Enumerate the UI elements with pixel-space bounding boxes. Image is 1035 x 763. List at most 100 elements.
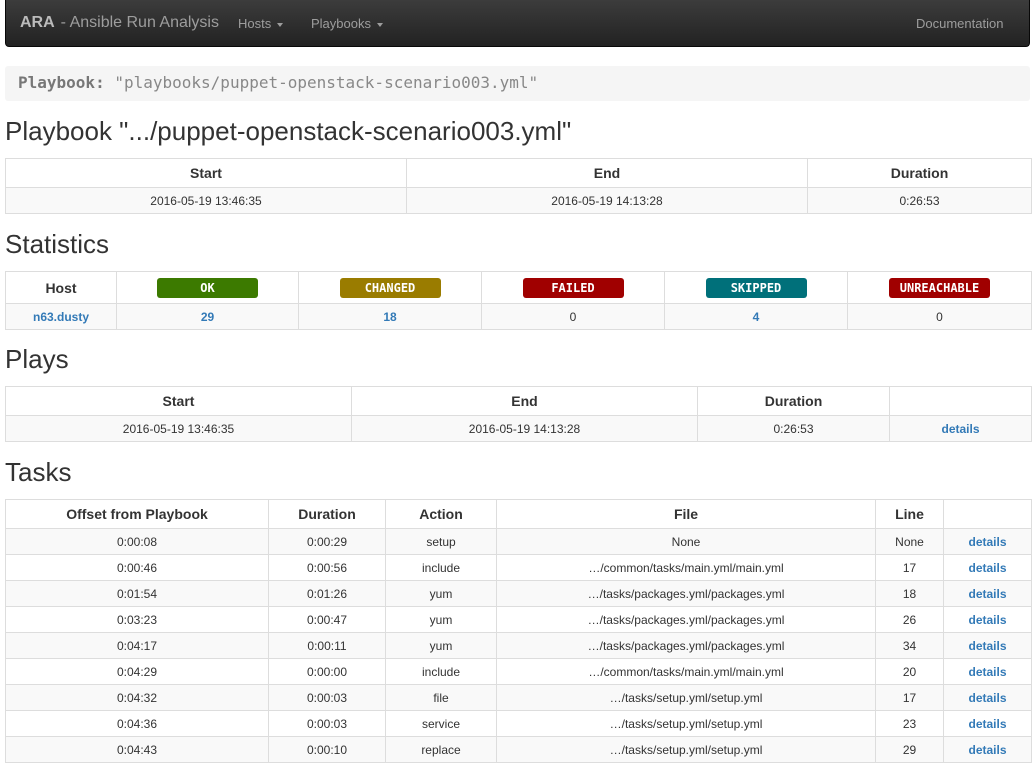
task-line: 34	[875, 632, 944, 659]
task-duration: 0:00:29	[268, 528, 386, 555]
ok-cell: 29	[116, 303, 299, 330]
column-header: Line	[875, 499, 944, 529]
task-line: 23	[875, 710, 944, 737]
task-details-cell: details	[943, 632, 1032, 659]
tasks-heading: Tasks	[5, 457, 72, 487]
task-file: …/tasks/setup.yml/setup.yml	[496, 710, 876, 737]
task-duration: 0:00:47	[268, 606, 386, 633]
brand[interactable]: ARA - Ansible Run Analysis	[20, 14, 219, 32]
task-offset: 0:03:23	[5, 606, 269, 633]
task-action: include	[385, 554, 497, 581]
table-row: 0:04:32 0:00:03 file …/tasks/setup.yml/setu…	[5, 684, 1032, 711]
breadcrumb-key: Playbook:	[18, 73, 105, 92]
task-offset: 0:01:54	[5, 580, 269, 607]
task-duration: 0:00:11	[268, 632, 386, 659]
duration: 0:26:53	[807, 187, 1032, 214]
task-line: 18	[875, 580, 944, 607]
task-details-link[interactable]: details	[968, 639, 1006, 653]
task-details-cell: details	[943, 528, 1032, 555]
task-action: replace	[385, 736, 497, 763]
skipped-count-link[interactable]: 4	[753, 310, 760, 324]
ok-count-link[interactable]: 29	[201, 310, 214, 324]
task-offset: 0:00:08	[5, 528, 269, 555]
host-link[interactable]: n63.dusty	[33, 310, 89, 324]
hosts-dropdown[interactable]: Hosts	[238, 16, 284, 31]
changed-count-link[interactable]: 18	[383, 310, 396, 324]
playbooks-dropdown[interactable]: Playbooks	[311, 16, 383, 31]
task-details-link[interactable]: details	[968, 691, 1006, 705]
table-row: 0:04:17 0:00:11 yum …/tasks/packages.yml/pa…	[5, 632, 1032, 659]
unreachable-label: UNREACHABLE	[889, 277, 990, 298]
play-details-cell: details	[889, 415, 1032, 442]
task-file: …/common/tasks/main.yml/main.yml	[496, 554, 876, 581]
task-duration: 0:00:10	[268, 736, 386, 763]
task-action: yum	[385, 580, 497, 607]
column-header	[889, 386, 1032, 416]
skipped-cell: 4	[664, 303, 848, 330]
task-offset: 0:04:36	[5, 710, 269, 737]
task-details-cell: details	[943, 606, 1032, 633]
column-header: Duration	[697, 386, 890, 416]
ok-header: OK	[116, 271, 299, 304]
column-header	[943, 499, 1032, 529]
chevron-down-icon	[376, 22, 383, 27]
changed-header: CHANGED	[298, 271, 482, 304]
task-details-cell: details	[943, 658, 1032, 685]
task-line: 26	[875, 606, 944, 633]
host-cell: n63.dusty	[5, 303, 117, 330]
task-details-link[interactable]: details	[968, 743, 1006, 757]
task-details-link[interactable]: details	[968, 717, 1006, 731]
brand-subtitle[interactable]: - Ansible Run Analysis	[61, 14, 219, 31]
column-header: File	[496, 499, 876, 529]
table-row: 0:00:46 0:00:56 include …/common/tasks/main…	[5, 554, 1032, 581]
task-details-link[interactable]: details	[968, 535, 1006, 549]
task-line: 17	[875, 684, 944, 711]
task-offset: 0:04:32	[5, 684, 269, 711]
column-header: Host	[5, 271, 117, 304]
plays-heading: Plays	[5, 344, 69, 374]
table-row: 0:00:08 0:00:29 setup None None details	[5, 528, 1032, 555]
top-navbar: ARA - Ansible Run Analysis Hosts Playbook…	[5, 0, 1030, 47]
play-duration: 0:26:53	[697, 415, 890, 442]
task-action: service	[385, 710, 497, 737]
task-details-link[interactable]: details	[968, 665, 1006, 679]
play-details-link[interactable]: details	[941, 422, 979, 436]
task-details-link[interactable]: details	[968, 587, 1006, 601]
task-details-cell: details	[943, 684, 1032, 711]
task-action: file	[385, 684, 497, 711]
unreachable-header: UNREACHABLE	[847, 271, 1032, 304]
failed-header: FAILED	[481, 271, 665, 304]
task-duration: 0:00:56	[268, 554, 386, 581]
task-details-link[interactable]: details	[968, 561, 1006, 575]
task-offset: 0:04:17	[5, 632, 269, 659]
task-file: …/common/tasks/main.yml/main.yml	[496, 658, 876, 685]
table-row: 0:04:36 0:00:03 service …/tasks/setup.yml/s…	[5, 710, 1032, 737]
chevron-down-icon	[277, 22, 284, 27]
playbooks-dropdown-label: Playbooks	[311, 16, 371, 31]
task-line: None	[875, 528, 944, 555]
documentation-link[interactable]: Documentation	[916, 16, 1003, 31]
changed-cell: 18	[298, 303, 482, 330]
table-row: 2016-05-19 13:46:35 2016-05-19 14:13:28 …	[5, 187, 1032, 214]
table-row: 2016-05-19 13:46:35 2016-05-19 14:13:28 …	[5, 415, 1032, 442]
failed-count: 0	[481, 303, 665, 330]
task-line: 20	[875, 658, 944, 685]
end-time: 2016-05-19 14:13:28	[406, 187, 808, 214]
brand-name[interactable]: ARA	[20, 14, 55, 31]
table-row: 0:03:23 0:00:47 yum …/tasks/packages.yml/pa…	[5, 606, 1032, 633]
task-details-cell: details	[943, 554, 1032, 581]
table-row: 0:04:43 0:00:10 replace …/tasks/setup.yml/s…	[5, 736, 1032, 763]
task-details-link[interactable]: details	[968, 613, 1006, 627]
column-header: Start	[5, 158, 407, 188]
failed-label: FAILED	[522, 277, 624, 298]
hosts-dropdown-label: Hosts	[238, 16, 272, 31]
task-details-cell: details	[943, 710, 1032, 737]
task-file: …/tasks/setup.yml/setup.yml	[496, 736, 876, 763]
task-file: …/tasks/packages.yml/packages.yml	[496, 606, 876, 633]
start-time: 2016-05-19 13:46:35	[5, 187, 407, 214]
task-action: yum	[385, 632, 497, 659]
task-details-cell: details	[943, 736, 1032, 763]
task-duration: 0:00:03	[268, 684, 386, 711]
column-header: Duration	[268, 499, 386, 529]
tasks-table: Offset from Playbook Duration Action Fil…	[5, 499, 1032, 763]
